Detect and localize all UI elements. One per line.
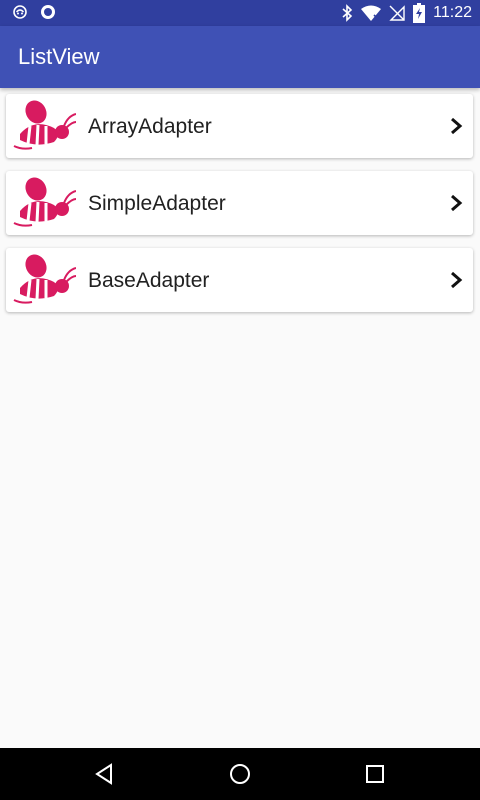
bee-icon (13, 254, 76, 304)
back-icon[interactable] (93, 762, 117, 786)
status-bar: 11:22 (0, 0, 480, 26)
recents-icon[interactable] (363, 762, 387, 786)
chevron-right-icon (451, 194, 463, 212)
status-time: 11:22 (433, 4, 472, 21)
bluetooth-icon (342, 4, 353, 22)
navigation-bar (0, 748, 480, 800)
chevron-right-icon (451, 117, 463, 135)
app-bar: ListView (0, 26, 480, 88)
wifi-icon (361, 5, 382, 21)
no-sim-icon (389, 5, 405, 21)
notification-icon (13, 5, 27, 19)
chevron-right-icon (451, 271, 463, 289)
home-icon[interactable] (228, 762, 252, 786)
bee-icon (13, 100, 76, 150)
list-item-simple-adapter[interactable]: SimpleAdapter (6, 171, 473, 235)
list-item-label: ArrayAdapter (88, 115, 212, 138)
battery-charging-icon (413, 3, 426, 23)
page-title: ListView (18, 44, 100, 69)
circle-notification-icon (41, 5, 55, 19)
list-item-array-adapter[interactable]: ArrayAdapter (6, 94, 473, 158)
list-item-label: BaseAdapter (88, 269, 210, 292)
bee-icon (13, 177, 76, 227)
list-item-base-adapter[interactable]: BaseAdapter (6, 248, 473, 312)
list-item-label: SimpleAdapter (88, 192, 226, 215)
